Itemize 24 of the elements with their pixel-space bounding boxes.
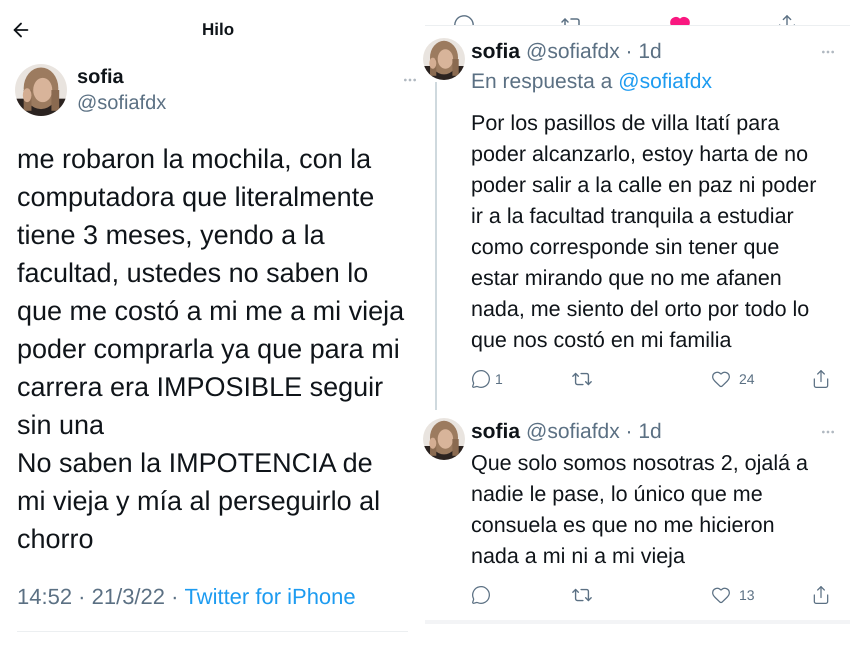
- reply-count: 1: [495, 370, 503, 388]
- share-icon[interactable]: [811, 369, 831, 389]
- author-handle: @sofiafdx: [77, 91, 168, 116]
- tweet-text: No saben la IMPOTENCIA de mi vieja y mía al perseguirlo al chorro: [17, 447, 382, 556]
- tweet-text: me robaron la mochila, con la computadora que literalmente tiene 3 meses, yendo a la facultad, ustedes no saben lo que me costó a mi me a mi vieja poder comprarla ya que para mi carrera era IMPOSIBLE seguir sin una: [17, 143, 406, 442]
- author-name: sofia: [471, 39, 520, 65]
- reply-label: En respuesta a: [471, 69, 612, 95]
- author-meta: @sofiafdx · 1d: [526, 39, 663, 65]
- reply-text: Que solo somos nosotras 2, ojalá a nadie le pase, lo único que me consuela es que no me hicieron nada a mi ni a mi vieja: [471, 450, 810, 570]
- like-count: 24: [739, 370, 755, 388]
- like-icon[interactable]: [711, 369, 731, 389]
- reply-icon[interactable]: [471, 369, 491, 389]
- source-link[interactable]: Twitter for iPhone: [184, 580, 356, 613]
- share-icon[interactable]: [811, 585, 831, 605]
- reply-mention-link[interactable]: @sofiafdx: [618, 66, 712, 98]
- author-name: sofia: [77, 65, 125, 90]
- author-name: sofia: [471, 419, 520, 445]
- header-title: Hilo: [202, 19, 234, 42]
- like-count: 13: [739, 586, 755, 604]
- like-icon[interactable]: [711, 585, 731, 605]
- tweet-timestamp: 14:52 · 21/3/22 ·: [17, 583, 178, 611]
- author-meta: @sofiafdx · 1d: [526, 419, 663, 445]
- reply-icon[interactable]: [471, 585, 491, 605]
- reply-text: Por los pasillos de villa Itatí para poder alcanzarlo, estoy harta de no poder salir a la calle en paz ni poder ir a la facultad tranquila a estudiar como corresponde sin tener que estar mirando que no me afanen nada, me siento del orto por todo lo que nos costó en mi familia: [471, 110, 818, 354]
